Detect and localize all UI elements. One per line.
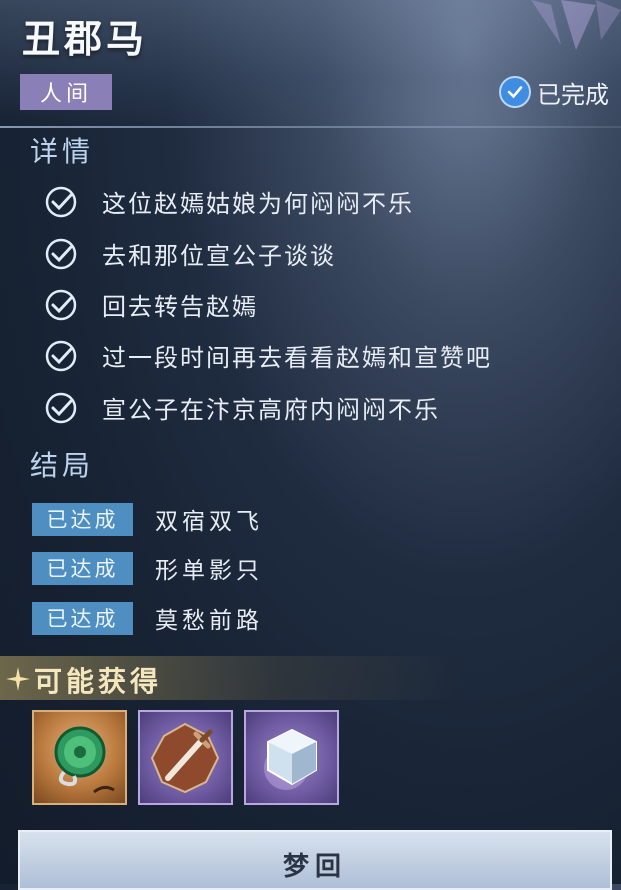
reward-item-dagger[interactable]	[138, 710, 233, 805]
decorative-emblem	[531, 0, 621, 50]
ending-label: 双宿双飞	[155, 509, 263, 535]
ice-crystal-icon	[264, 728, 317, 790]
task-label: 宣公子在汴京高府内闷闷不乐	[102, 396, 440, 424]
ending-item: 已达成 莫愁前路	[32, 601, 263, 635]
task-label: 这位赵嫣姑娘为何闷闷不乐	[102, 190, 414, 218]
sparkle-icon	[6, 667, 30, 691]
task-label: 去和那位宣公子谈谈	[102, 242, 336, 270]
achieved-badge: 已达成	[32, 551, 133, 585]
reward-item-jade[interactable]	[32, 710, 127, 805]
realm-tag: 人间	[20, 74, 112, 110]
details-heading: 详情	[30, 135, 95, 168]
task-item: 去和那位宣公子谈谈	[44, 236, 336, 271]
check-circle-icon	[499, 76, 531, 108]
ending-label: 形单影只	[155, 558, 263, 584]
task-label: 回去转告赵嫣	[102, 293, 258, 321]
reward-item-ice-crystal[interactable]	[244, 710, 339, 805]
ending-item: 已达成 形单影只	[32, 551, 263, 585]
dagger-icon	[150, 722, 220, 794]
header-divider	[0, 126, 621, 128]
check-icon	[45, 186, 77, 217]
endings-heading: 结局	[30, 449, 95, 482]
ending-item: 已达成 双宿双飞	[32, 502, 263, 536]
check-icon	[45, 238, 77, 269]
task-label: 过一段时间再去看看赵嫣和宣赞吧	[102, 344, 492, 372]
task-item: 过一段时间再去看看赵嫣和宣赞吧	[44, 338, 492, 373]
dream-return-label: 梦回	[282, 852, 347, 882]
achieved-badge: 已达成	[32, 502, 133, 536]
check-icon	[45, 392, 77, 423]
quest-title: 丑郡马	[22, 17, 149, 61]
task-item: 宣公子在汴京高府内闷闷不乐	[44, 390, 440, 425]
task-item: 回去转告赵嫣	[44, 287, 258, 322]
completion-label: 已完成	[537, 80, 609, 109]
rewards-heading: 可能获得	[34, 665, 163, 698]
dream-return-button[interactable]: 梦回	[18, 830, 612, 890]
jade-pendant-icon	[54, 726, 115, 794]
completion-status: 已完成	[499, 74, 609, 110]
achieved-badge: 已达成	[32, 601, 133, 635]
check-icon	[45, 289, 77, 320]
ending-label: 莫愁前路	[155, 608, 263, 634]
task-item: 这位赵嫣姑娘为何闷闷不乐	[44, 184, 414, 219]
check-icon	[45, 340, 77, 371]
